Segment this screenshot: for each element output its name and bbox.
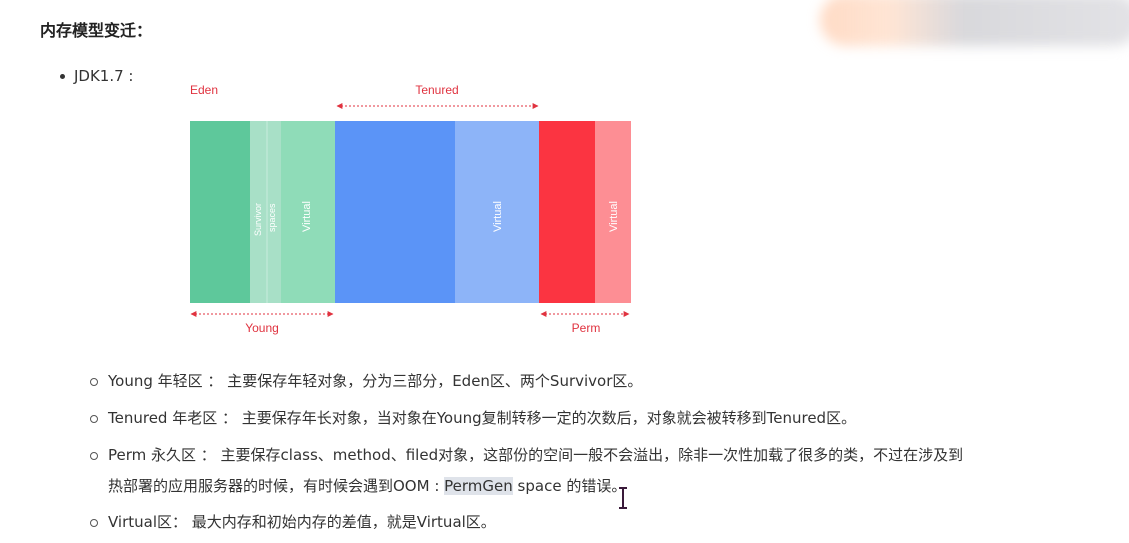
eden-block (190, 121, 250, 303)
tenured-virtual-label: Virtual (492, 201, 504, 232)
text-cursor-icon (619, 487, 627, 509)
tenured-label: Tenured (415, 83, 458, 97)
circle-bullet-icon (90, 452, 98, 460)
highlighted-text: PermGen (444, 477, 513, 495)
item-text: Virtual区： 最大内存和初始内存的差值，就是Virtual区。 (108, 513, 496, 531)
item-text-line2: 热部署的应用服务器的时候，有时候会遇到OOM : PermGen space 的… (108, 471, 626, 501)
tenured-block (335, 121, 455, 303)
item-text-line2-pre: 热部署的应用服务器的时候，有时候会遇到OOM : (108, 477, 445, 495)
eden-label: Eden (190, 83, 218, 97)
young-virtual-label: Virtual (301, 201, 313, 232)
young-label: Young (245, 321, 279, 335)
item-text: Perm 永久区 ： 主要保存class、method、filed对象，这部份的… (108, 446, 964, 464)
perm-virtual-label: Virtual (608, 201, 620, 232)
circle-bullet-icon (90, 415, 98, 423)
circle-bullet-icon (90, 378, 98, 386)
circle-bullet-icon (90, 519, 98, 527)
item-text: Young 年轻区 ： 主要保存年轻对象，分为三部分，Eden区、两个Survi… (108, 372, 643, 390)
survivor-label-2: spaces (267, 203, 277, 232)
survivor-label-1: Survivor (253, 203, 263, 236)
perm-label: Perm (572, 321, 601, 335)
item-text: Tenured 年老区 ： 主要保存年长对象，当对象在Young复制转移一定的次… (108, 409, 857, 427)
item-text-line2-post: space 的错误。 (512, 477, 627, 495)
perm-block (539, 121, 595, 303)
